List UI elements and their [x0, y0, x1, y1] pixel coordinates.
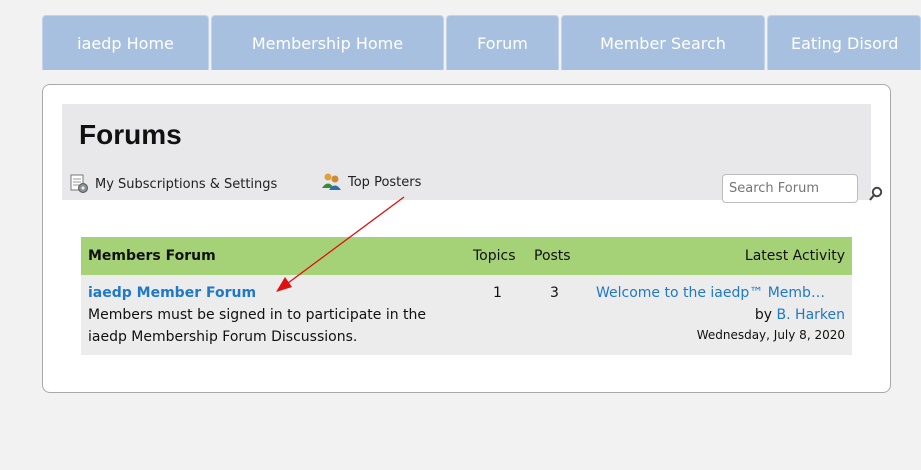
annotation-arrow: [276, 196, 405, 292]
